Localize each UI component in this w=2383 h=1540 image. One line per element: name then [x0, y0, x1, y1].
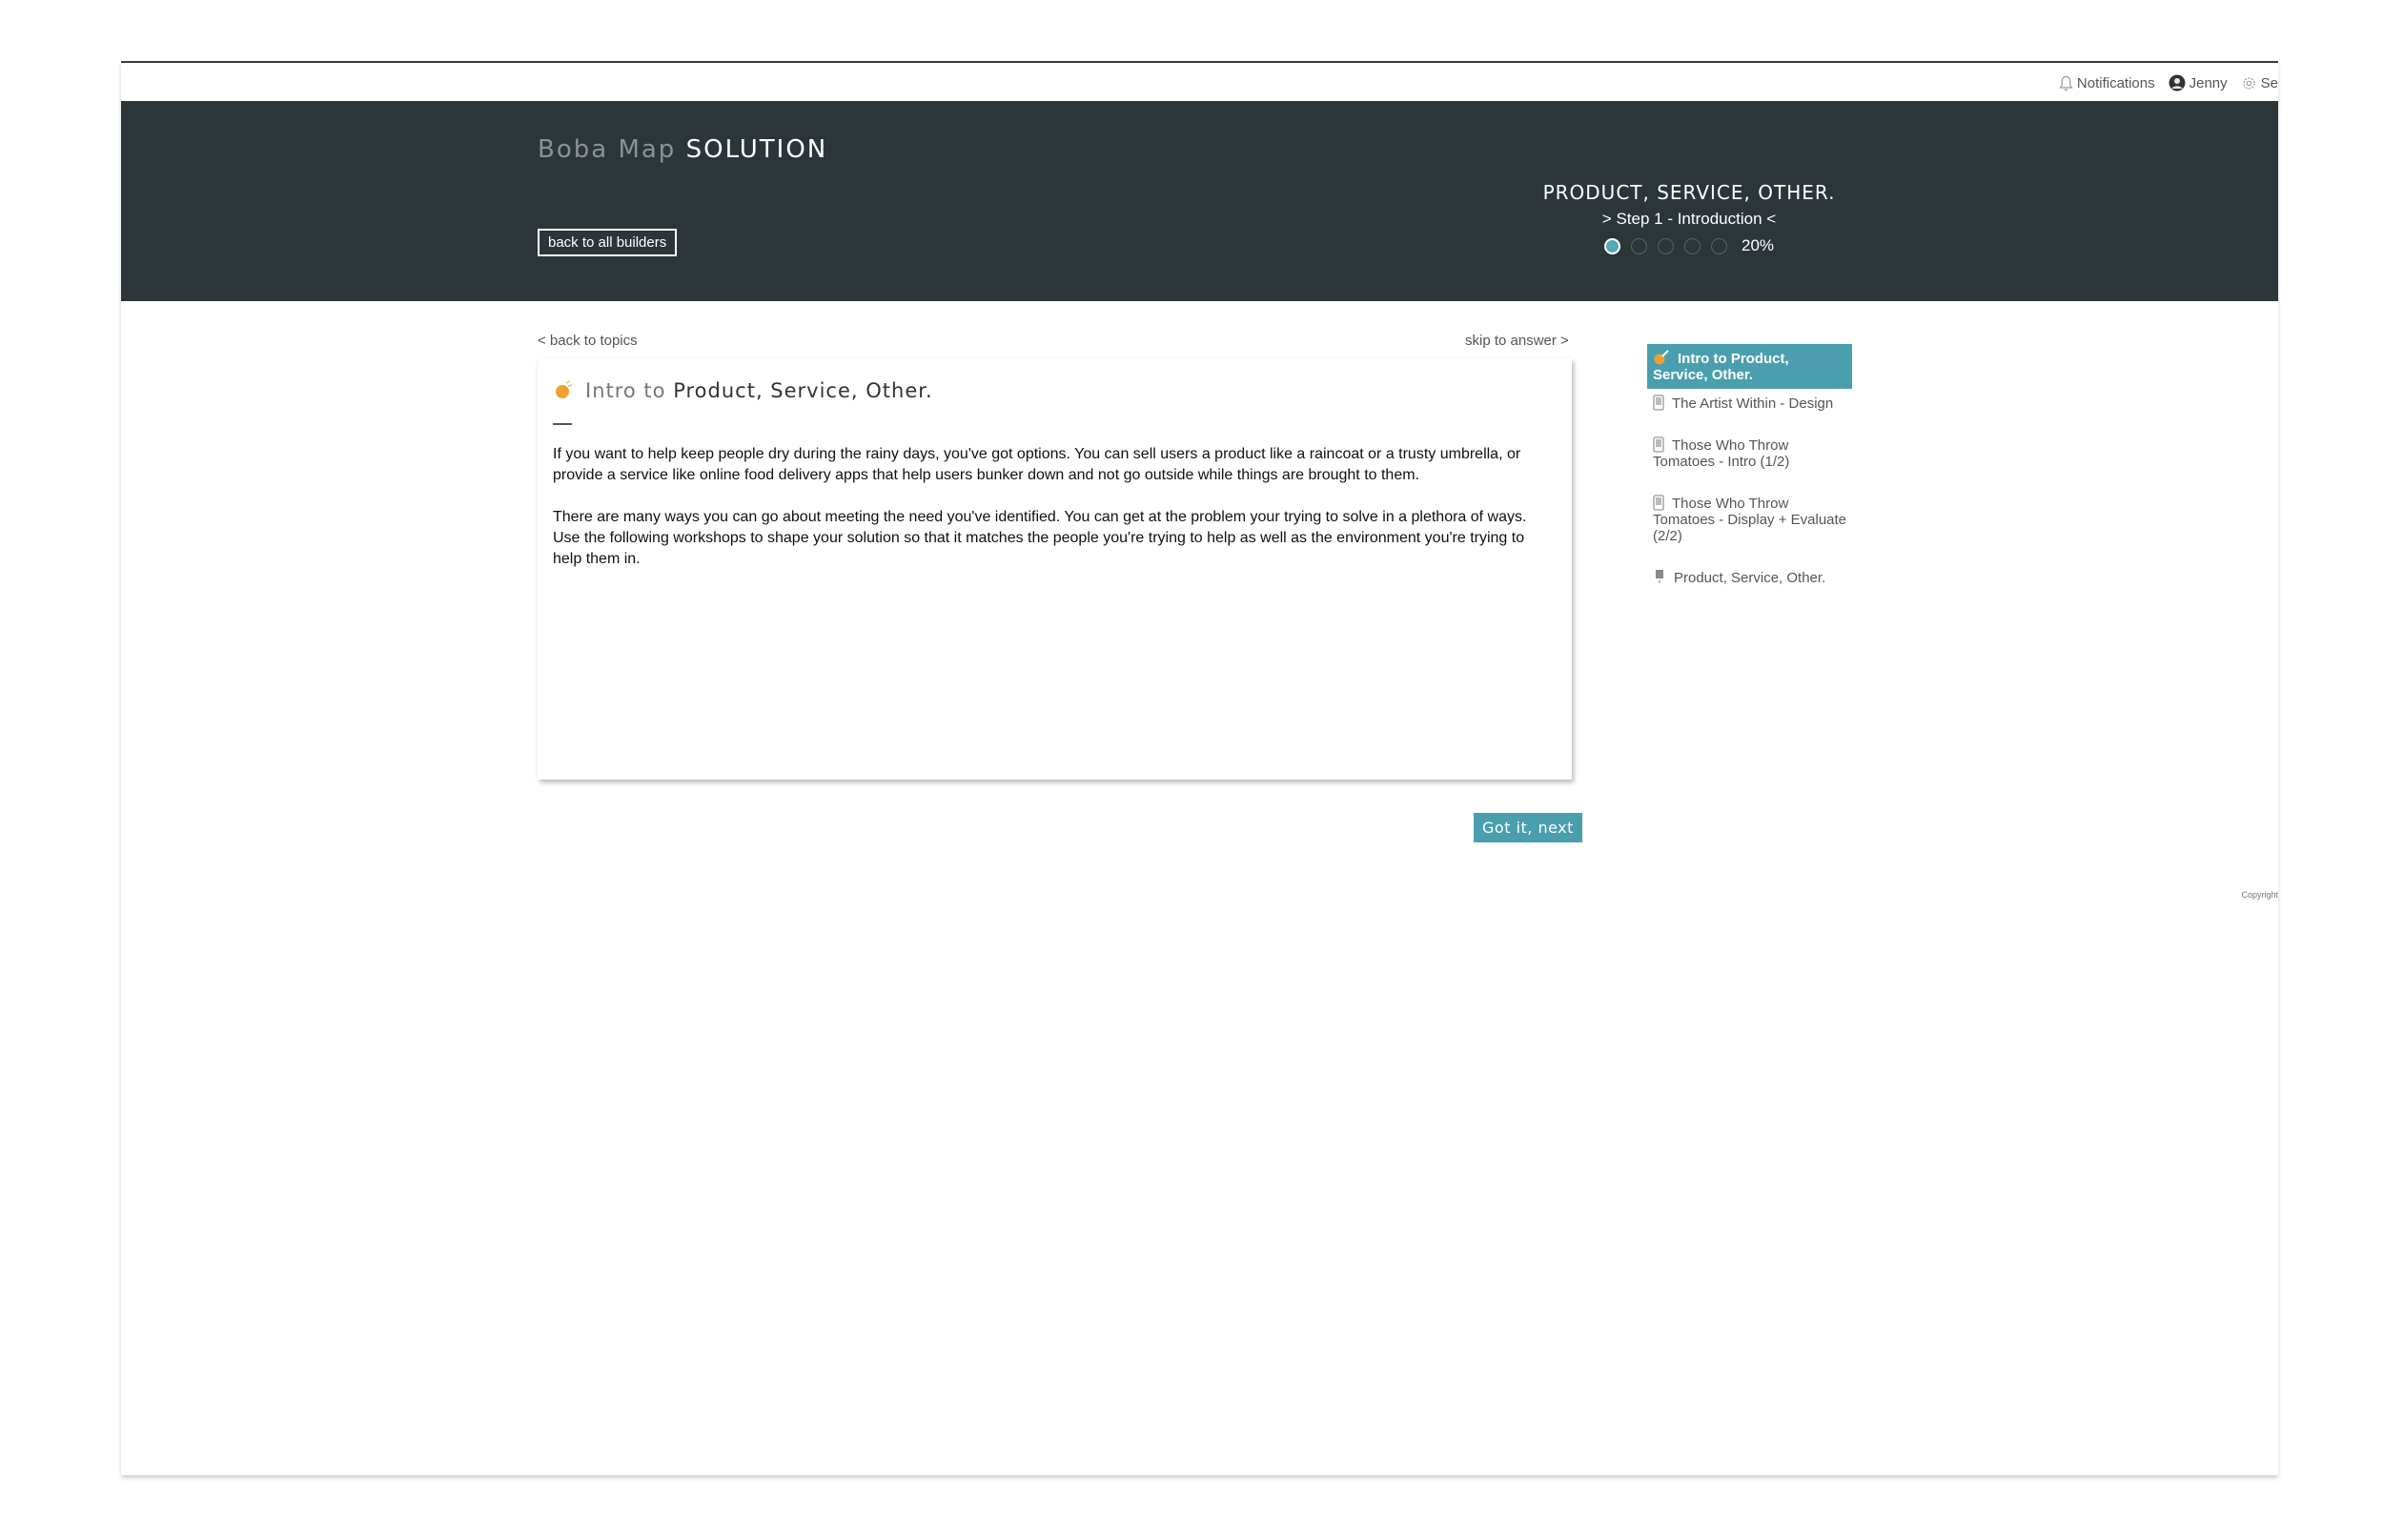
progress-dots: 20% [1532, 236, 1846, 255]
title-divider [553, 423, 572, 425]
sidebar-item-label: Intro to Product, Service, Other. [1653, 351, 1789, 383]
sidebar-item-tomatoes-display[interactable]: Those Who Throw Tomatoes - Display + Eva… [1647, 489, 1852, 550]
back-to-topics-link[interactable]: < back to topics [538, 333, 638, 349]
brand-light: Boba Map [538, 135, 677, 164]
settings-label: Se [2260, 74, 2278, 91]
progress-dot-1 [1603, 237, 1620, 254]
avatar-icon [2169, 74, 2186, 91]
card-title-light: Intro to [585, 379, 666, 402]
app-frame: Notifications Jenny Se Boba Map SOLUTION… [121, 61, 2278, 1475]
got-it-next-button[interactable]: Got it, next [1474, 813, 1582, 842]
notifications-label: Notifications [2076, 74, 2155, 91]
sidebar-item-label: Product, Service, Other. [1674, 570, 1826, 586]
bell-icon [2059, 75, 2073, 91]
card-title: Intro to Product, Service, Other. [585, 379, 933, 402]
settings-link[interactable]: Se [2241, 75, 2278, 91]
back-to-builders-button[interactable]: back to all builders [538, 229, 678, 256]
progress-dot-5 [1710, 237, 1727, 254]
progress-dot-3 [1657, 237, 1674, 254]
phone-icon [1653, 436, 1664, 453]
paintbrush-icon [1654, 350, 1669, 365]
flag-icon [1656, 570, 1663, 583]
user-name: Jenny [2189, 74, 2228, 91]
card-title-bold: Product, Service, Other. [673, 379, 933, 402]
sidebar-item-intro[interactable]: Intro to Product, Service, Other. [1647, 344, 1852, 389]
brand-title: Boba Map SOLUTION [538, 135, 827, 164]
intro-card: Intro to Product, Service, Other. If you… [538, 358, 1572, 780]
progress-step: > Step 1 - Introduction < [1601, 210, 1777, 228]
top-nav: Notifications Jenny Se [2059, 69, 2278, 97]
paragraph-2: There are many ways you can go about mee… [553, 509, 1527, 567]
phone-icon [1653, 495, 1664, 511]
progress-dot-2 [1630, 237, 1647, 254]
paragraph-1: If you want to help keep people dry duri… [553, 446, 1521, 483]
brand-bold: SOLUTION [685, 135, 828, 164]
progress-percent: 20% [1741, 236, 1775, 254]
gear-icon [2243, 76, 2255, 90]
sidebar-item-label: Those Who Throw Tomatoes - Intro (1/2) [1653, 437, 1790, 470]
phone-icon [1653, 395, 1664, 411]
sidebar-item-tomatoes-intro[interactable]: Those Who Throw Tomatoes - Intro (1/2) [1647, 431, 1852, 476]
sidebar-item-label: The Artist Within - Design [1672, 395, 1834, 412]
topic-sidebar: Intro to Product, Service, Other. The Ar… [1647, 344, 1852, 592]
sidebar-item-label: Those Who Throw Tomatoes - Display + Eva… [1653, 496, 1847, 544]
progress-block: PRODUCT, SERVICE, OTHER. > Step 1 - Intr… [1532, 181, 1846, 255]
sun-icon [556, 380, 573, 398]
user-menu[interactable]: Jenny [2169, 74, 2228, 91]
card-header: Intro to Product, Service, Other. [553, 379, 933, 402]
progress-title: PRODUCT, SERVICE, OTHER. [1542, 181, 1836, 204]
sidebar-item-artist-within[interactable]: The Artist Within - Design [1647, 389, 1852, 417]
header-band: Boba Map SOLUTION back to all builders P… [121, 101, 2278, 301]
sidebar-item-product-service[interactable]: Product, Service, Other. [1647, 563, 1852, 592]
skip-to-answer-link[interactable]: skip to answer > [1465, 333, 1569, 349]
card-body: If you want to help keep people dry duri… [553, 444, 1554, 591]
copyright-text: Copyright [2241, 890, 2278, 900]
progress-dot-4 [1683, 237, 1701, 254]
notifications-link[interactable]: Notifications [2059, 75, 2155, 91]
